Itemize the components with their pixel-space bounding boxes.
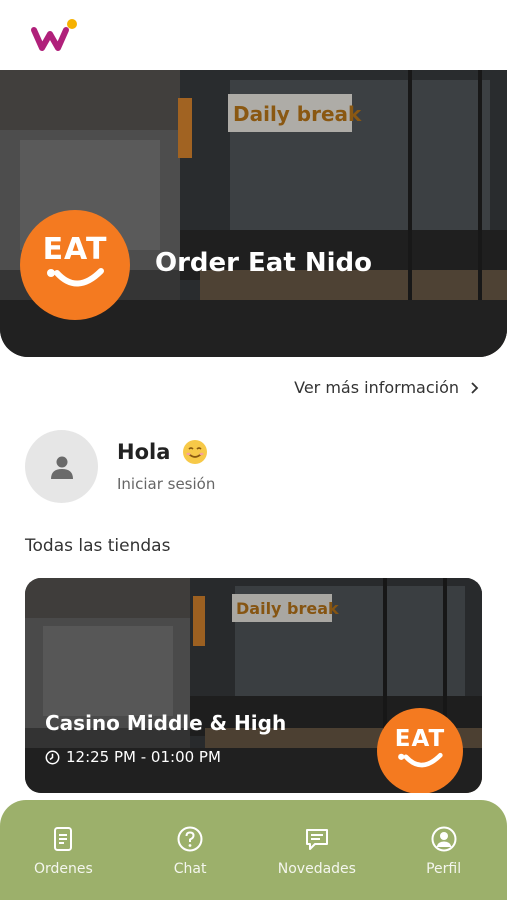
eat-logo-text: EAT — [42, 231, 108, 267]
nav-item-ordenes[interactable]: Ordenes — [0, 800, 127, 900]
store-title: Order Eat Nido — [155, 248, 372, 278]
brand-logo[interactable] — [30, 16, 80, 56]
nav-item-novedades[interactable]: Novedades — [254, 800, 381, 900]
help-icon — [177, 826, 203, 852]
clock-icon — [45, 750, 60, 764]
more-info-link[interactable]: Ver más información — [294, 378, 481, 397]
smiling-face-icon — [183, 440, 208, 464]
bottom-nav: Ordenes Chat Novedades Perfil — [0, 800, 507, 900]
nav-label-ordenes: Ordenes — [33, 861, 93, 877]
hero-banner[interactable]: Daily break EAT Order Eat Nido — [0, 70, 507, 357]
store-hours: 12:25 PM - 01:00 PM — [45, 748, 221, 766]
smile-icon — [47, 267, 104, 286]
stores-section-title: Todas las tiendas — [25, 536, 171, 556]
nav-label-chat: Chat — [173, 861, 207, 877]
profile-icon — [431, 826, 457, 852]
eat-logo-badge: EAT — [20, 210, 130, 320]
top-bar — [0, 0, 507, 70]
store-card[interactable]: Daily break Casino Middle & High 12:25 P… — [25, 578, 482, 793]
store-hours-text: 12:25 PM - 01:00 PM — [66, 748, 221, 766]
greeting-text: Hola — [117, 440, 171, 464]
user-icon — [50, 456, 73, 479]
eat-logo-text: EAT — [394, 725, 446, 752]
more-info-label: Ver más información — [294, 378, 459, 397]
chevron-right-icon — [471, 381, 479, 394]
smile-icon — [398, 752, 443, 767]
nav-item-perfil[interactable]: Perfil — [380, 800, 507, 900]
news-icon — [305, 829, 328, 850]
eat-logo-badge: EAT — [377, 708, 463, 793]
orders-icon — [54, 827, 73, 851]
nav-item-chat[interactable]: Chat — [127, 800, 254, 900]
login-link[interactable]: Iniciar sesión — [117, 475, 215, 493]
nav-label-perfil: Perfil — [426, 861, 462, 877]
nav-label-novedades: Novedades — [277, 861, 356, 877]
store-name: Casino Middle & High — [45, 711, 287, 735]
avatar[interactable] — [25, 430, 98, 503]
greeting: Hola — [117, 439, 208, 465]
